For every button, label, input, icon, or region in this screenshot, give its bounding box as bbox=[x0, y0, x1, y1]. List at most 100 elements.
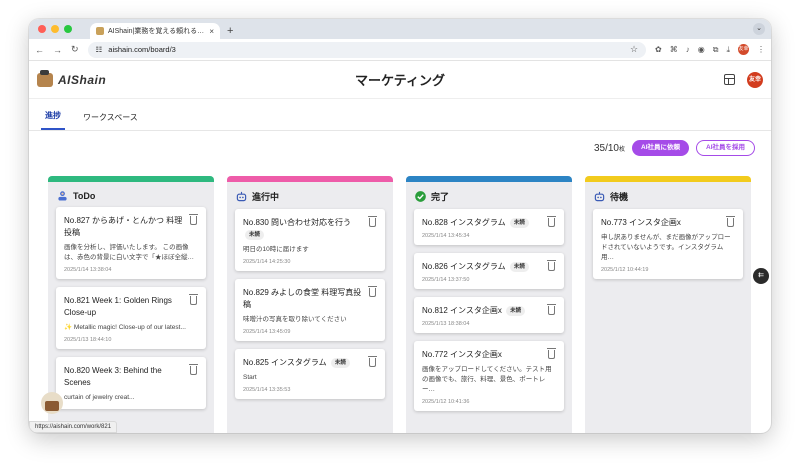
profile-avatar[interactable]: 友幸 bbox=[738, 44, 749, 55]
trash-icon[interactable] bbox=[368, 216, 377, 227]
tab-close-icon[interactable]: × bbox=[209, 27, 214, 36]
site-info-icon[interactable]: ☷ bbox=[96, 45, 103, 54]
trash-icon[interactable] bbox=[189, 364, 198, 375]
card-title: No.829 みよしの食堂 料理写真投稿 bbox=[243, 287, 377, 311]
user-avatar[interactable]: 友幸 bbox=[747, 71, 763, 88]
close-window-button[interactable] bbox=[38, 25, 46, 33]
task-card[interactable]: No.830 問い合わせ対応を行う 未読 明日の10時に届けます 2025/1/14… bbox=[235, 209, 385, 271]
translate-icon[interactable]: ⌘ bbox=[670, 45, 678, 54]
card-title-text: No.826 インスタグラム bbox=[422, 262, 506, 271]
trash-icon[interactable] bbox=[547, 216, 556, 227]
tab-title: AIShain|業務を覚える頼れる社員 bbox=[108, 28, 206, 35]
forward-icon[interactable]: → bbox=[53, 45, 62, 55]
request-ai-employee-button[interactable]: AI社員に依頼 bbox=[632, 140, 689, 156]
microphone-icon[interactable]: ♪ bbox=[686, 45, 690, 54]
window-controls bbox=[38, 25, 72, 33]
card-timestamp: 2025/1/13 18:38:04 bbox=[422, 321, 470, 327]
task-card[interactable]: No.820 Week 3: Behind the Scenes curtain … bbox=[56, 357, 206, 409]
card-title: No.820 Week 3: Behind the Scenes bbox=[64, 365, 198, 389]
camera-icon[interactable]: ◉ bbox=[698, 45, 705, 54]
card-title-text: No.827 からあげ・とんかつ 料理投稿 bbox=[64, 216, 183, 237]
minimize-window-button[interactable] bbox=[51, 25, 59, 33]
app-logo[interactable]: AIShain bbox=[37, 69, 107, 87]
tab-progress[interactable]: 進捗 bbox=[41, 110, 65, 130]
layout-icon[interactable] bbox=[724, 74, 735, 85]
more-menu-icon[interactable]: ⋮ bbox=[757, 45, 765, 54]
column-header: ToDo bbox=[48, 182, 214, 207]
back-icon[interactable]: ← bbox=[35, 45, 44, 55]
puzzle-icon[interactable]: ⧉ bbox=[713, 45, 719, 55]
trash-icon[interactable] bbox=[368, 356, 377, 367]
task-card[interactable]: No.812 インスタ企画x 未読 2025/1/13 18:38:04 bbox=[414, 297, 564, 333]
app-header: AIShain マーケティング 友幸 bbox=[29, 61, 771, 99]
browser-tab[interactable]: AIShain|業務を覚える頼れる社員 × bbox=[90, 23, 220, 39]
unread-badge: 未読 bbox=[509, 262, 529, 272]
task-card[interactable]: No.828 インスタグラム 未読 2025/1/14 13:45:34 bbox=[414, 209, 564, 245]
assistant-mascot-icon[interactable] bbox=[41, 392, 63, 414]
card-timestamp: 2025/1/14 13:45:09 bbox=[243, 329, 291, 335]
tab-workspace[interactable]: ワークスペース bbox=[79, 112, 142, 130]
trash-icon[interactable] bbox=[726, 216, 735, 227]
column-title: 待機 bbox=[610, 192, 629, 202]
address-bar[interactable]: ☷ aishain.com/board/3 ☆ bbox=[87, 41, 647, 58]
board-column-done: 完了 No.828 インスタグラム 未読 2025/1/14 13:45:34 No.… bbox=[406, 176, 572, 433]
task-card[interactable]: No.821 Week 1: Golden Rings Close-up ✨ Me… bbox=[56, 287, 206, 349]
download-icon[interactable]: ⤓ bbox=[726, 45, 730, 55]
card-description: 画像を分析し、評価いたします。 この画像は、赤色の背景に白い文字で「★ほぼ全縦… bbox=[64, 244, 194, 261]
task-card[interactable]: No.825 インスタグラム 未読 Start 2025/1/14 13:35:53 bbox=[235, 349, 385, 399]
trash-icon[interactable] bbox=[547, 348, 556, 359]
bookmark-star-icon[interactable]: ☆ bbox=[630, 44, 638, 55]
card-title: No.826 インスタグラム 未読 bbox=[422, 261, 556, 273]
column-title: 完了 bbox=[431, 192, 450, 202]
person-icon bbox=[57, 190, 68, 201]
hire-ai-employee-button[interactable]: AI社員を採用 bbox=[696, 140, 755, 156]
unread-badge: 未読 bbox=[506, 306, 526, 316]
robot-icon bbox=[594, 191, 605, 202]
zoom-window-button[interactable] bbox=[64, 25, 72, 33]
page-title: マーケティング bbox=[355, 73, 445, 88]
task-card[interactable]: No.827 からあげ・とんかつ 料理投稿画像を分析し、評価いたします。 この画… bbox=[56, 207, 206, 279]
task-card[interactable]: No.772 インスタ企画x 画像をアップロードしてください。テスト用の画像でも、… bbox=[414, 341, 564, 411]
card-title: No.830 問い合わせ対応を行う 未読 bbox=[243, 217, 377, 241]
check-circle-icon bbox=[415, 191, 426, 202]
browser-window: AIShain|業務を覚える頼れる社員 × + ⌄ ← → ↻ ☷ aishai… bbox=[29, 19, 771, 433]
logo-text: AIShain bbox=[58, 72, 107, 87]
card-list: No.773 インスタ企画x 申し訳ありませんが、まだ画像がアップロードされていな… bbox=[585, 209, 751, 279]
tab-search-button[interactable]: ⌄ bbox=[753, 23, 765, 35]
trash-icon[interactable] bbox=[189, 294, 198, 305]
card-title: No.821 Week 1: Golden Rings Close-up bbox=[64, 295, 198, 319]
new-tab-button[interactable]: + bbox=[227, 23, 233, 39]
app-tabs: 進捗 ワークスペース bbox=[29, 99, 771, 131]
card-title: No.825 インスタグラム 未読 bbox=[243, 357, 377, 369]
card-title-text: No.821 Week 1: Golden Rings Close-up bbox=[64, 296, 172, 317]
task-card[interactable]: No.826 インスタグラム 未読 2025/1/14 13:37:50 bbox=[414, 253, 564, 289]
card-description: 画像をアップロードしてください。テスト用の画像でも、旅行、料理、景色、ポートレー… bbox=[422, 366, 552, 393]
task-card[interactable]: No.773 インスタ企画x 申し訳ありませんが、まだ画像がアップロードされていな… bbox=[593, 209, 743, 279]
card-title: No.828 インスタグラム 未読 bbox=[422, 217, 556, 229]
card-description: Start bbox=[243, 374, 257, 381]
column-title: 進行中 bbox=[252, 192, 280, 202]
card-list: No.830 問い合わせ対応を行う 未読 明日の10時に届けます 2025/1/14… bbox=[227, 209, 393, 399]
card-title-text: No.820 Week 3: Behind the Scenes bbox=[64, 366, 162, 387]
extensions-area: ✿ ⌘ ♪ ◉ ⧉ ⤓ 友幸 ⋮ bbox=[655, 44, 765, 55]
reload-icon[interactable]: ↻ bbox=[71, 44, 79, 55]
column-header: 待機 bbox=[585, 182, 751, 209]
board-column-waiting: 待機 No.773 インスタ企画x 申し訳ありませんが、まだ画像がアップロードされて… bbox=[585, 176, 751, 433]
column-title: ToDo bbox=[73, 190, 96, 201]
trash-icon[interactable] bbox=[547, 304, 556, 315]
trash-icon[interactable] bbox=[547, 260, 556, 271]
url-text[interactable]: aishain.com/board/3 bbox=[108, 45, 176, 54]
quota-counter: 35/10枚 bbox=[594, 143, 625, 154]
card-description: 申し訳ありませんが、まだ画像がアップロードされていないようです。インスタグラム用… bbox=[601, 234, 731, 261]
task-card[interactable]: No.829 みよしの食堂 料理写真投稿 味噌汁の写真を取り除いてください 2025… bbox=[235, 279, 385, 341]
side-panel-toggle-icon[interactable]: ⇇ bbox=[753, 268, 769, 284]
card-title-text: No.773 インスタ企画x bbox=[601, 218, 681, 227]
action-row: 35/10枚 AI社員に依頼 AI社員を採用 bbox=[29, 131, 771, 165]
trash-icon[interactable] bbox=[368, 286, 377, 297]
robot-icon bbox=[236, 191, 247, 202]
trash-icon[interactable] bbox=[189, 214, 198, 225]
card-timestamp: 2025/1/12 10:44:19 bbox=[601, 267, 649, 273]
board-column-todo: ToDo No.827 からあげ・とんかつ 料理投稿画像を分析し、評価いたします。… bbox=[48, 176, 214, 433]
extension-icon[interactable]: ✿ bbox=[655, 45, 662, 54]
unread-badge: 未読 bbox=[509, 218, 529, 228]
